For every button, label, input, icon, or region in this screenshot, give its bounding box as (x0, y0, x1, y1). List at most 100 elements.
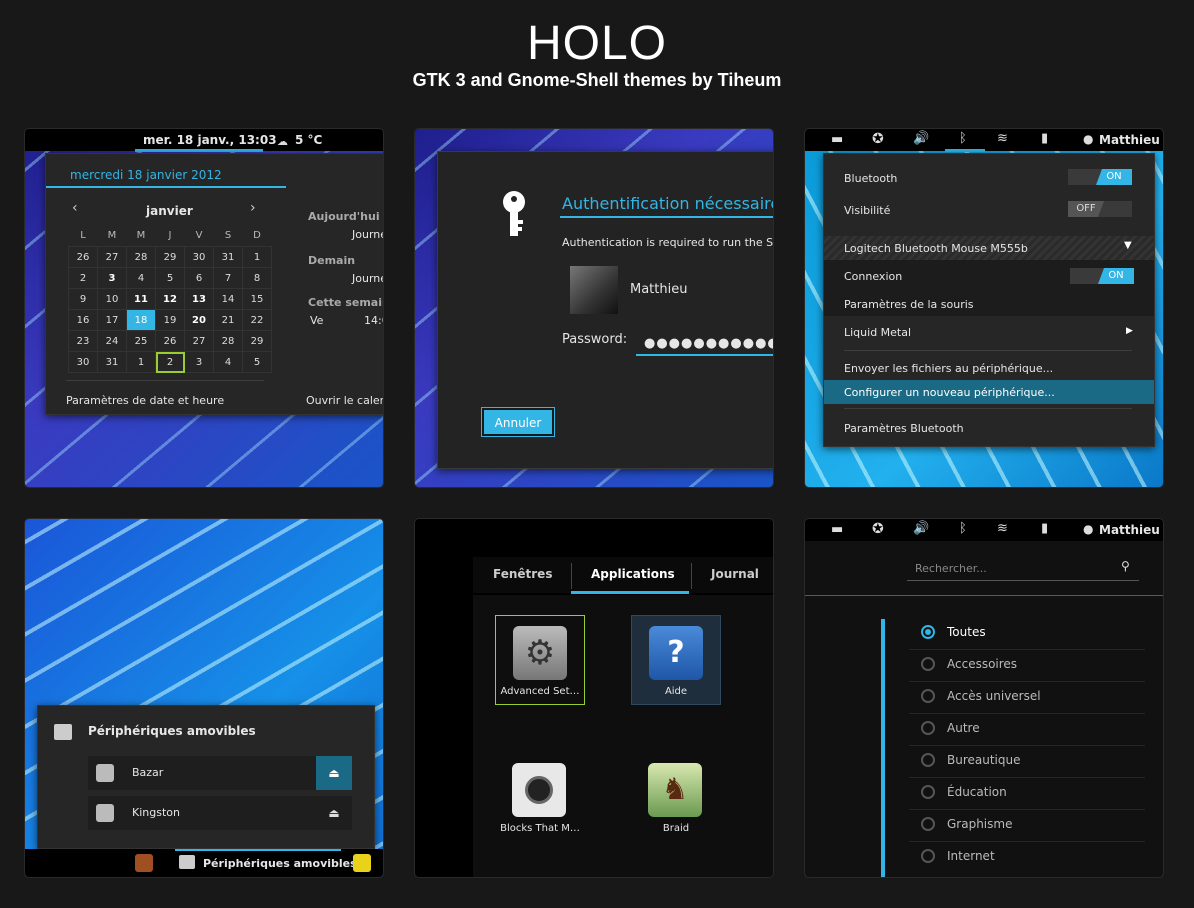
day-cell[interactable]: 5 (242, 351, 272, 373)
radio-button[interactable] (921, 817, 935, 831)
eject-button[interactable]: ⏏ (316, 756, 352, 790)
day-cell[interactable]: 7 (213, 267, 243, 289)
category-item[interactable]: Éducation (947, 785, 1007, 799)
next-month-icon[interactable]: › (250, 200, 256, 216)
battery-icon[interactable]: ▮ (1041, 131, 1048, 146)
app-tile[interactable]: ⚙ Advanced Set… (495, 615, 585, 705)
device-submenu-header[interactable]: Logitech Bluetooth Mouse M555b ▼ (824, 236, 1154, 260)
day-cell[interactable]: 9 (68, 288, 98, 310)
day-cell[interactable]: 26 (155, 330, 185, 352)
visibility-switch[interactable]: OFF (1068, 201, 1132, 217)
day-cell-today[interactable]: 18 (126, 309, 156, 331)
radio-button[interactable] (921, 785, 935, 799)
wifi-icon[interactable]: ≋ (997, 131, 1008, 146)
category-item[interactable]: Autre (947, 721, 980, 735)
day-cell[interactable]: 29 (242, 330, 272, 352)
day-cell[interactable]: 23 (68, 330, 98, 352)
volume-icon[interactable]: 🔊 (913, 521, 929, 536)
eject-button[interactable]: ⏏ (316, 796, 352, 830)
day-cell[interactable]: 28 (213, 330, 243, 352)
password-field[interactable]: ●●●●●●●●●●● (644, 336, 773, 351)
day-cell-selected[interactable]: 2 (155, 351, 185, 373)
day-cell[interactable]: 12 (155, 288, 185, 310)
day-cell[interactable]: 1 (126, 351, 156, 373)
day-cell[interactable]: 24 (97, 330, 127, 352)
day-cell[interactable]: 3 (97, 267, 127, 289)
day-cell[interactable]: 20 (184, 309, 214, 331)
chat-icon[interactable]: ● (1083, 522, 1093, 536)
radio-button[interactable] (921, 753, 935, 767)
category-item[interactable]: Graphisme (947, 817, 1012, 831)
search-input[interactable]: Rechercher... (915, 562, 987, 575)
app-tile[interactable]: ♞ Braid (631, 753, 721, 843)
weather-temperature[interactable]: 5 °C (295, 133, 322, 147)
day-cell[interactable]: 8 (242, 267, 272, 289)
day-cell[interactable]: 16 (68, 309, 98, 331)
device2-item[interactable]: Liquid Metal (844, 326, 911, 339)
category-item[interactable]: Internet (947, 849, 995, 863)
clock[interactable]: mer. 18 janv., 13:03 (143, 133, 277, 147)
configure-item-highlight[interactable]: Configurer un nouveau périphérique... (824, 380, 1154, 404)
day-cell[interactable]: 4 (213, 351, 243, 373)
day-cell[interactable]: 2 (68, 267, 98, 289)
folder-icon[interactable]: ▬ (831, 522, 843, 537)
bluetooth-switch[interactable]: ON (1068, 169, 1132, 185)
bluetooth-icon[interactable]: ᛒ (959, 521, 967, 536)
radio-button[interactable] (921, 625, 935, 639)
day-cell[interactable]: 6 (184, 267, 214, 289)
tray-label[interactable]: Périphériques amovibles (203, 857, 357, 870)
day-cell[interactable]: 14 (213, 288, 243, 310)
day-cell[interactable]: 3 (184, 351, 214, 373)
app-tile[interactable]: Blocks That M… (495, 753, 585, 843)
day-cell[interactable]: 26 (68, 246, 98, 268)
radio-button[interactable] (921, 657, 935, 671)
cancel-button[interactable]: Annuler (482, 408, 554, 436)
bluetooth-icon[interactable]: ᛒ (959, 131, 967, 146)
day-cell[interactable]: 30 (68, 351, 98, 373)
day-cell[interactable]: 27 (97, 246, 127, 268)
date-settings-link[interactable]: Paramètres de date et heure (66, 394, 224, 407)
day-cell[interactable]: 29 (155, 246, 185, 268)
notes-app-icon[interactable] (353, 854, 371, 872)
chat-icon[interactable]: ● (1083, 132, 1093, 146)
tab-journal[interactable]: Journal (711, 567, 759, 581)
speaker-app-icon[interactable] (135, 854, 153, 872)
radio-button[interactable] (921, 849, 935, 863)
category-item[interactable]: Toutes (947, 625, 986, 639)
day-cell[interactable]: 17 (97, 309, 127, 331)
day-cell[interactable]: 27 (184, 330, 214, 352)
connection-switch[interactable]: ON (1070, 268, 1134, 284)
wifi-icon[interactable]: ≋ (997, 521, 1008, 536)
battery-icon[interactable]: ▮ (1041, 521, 1048, 536)
day-cell[interactable]: 5 (155, 267, 185, 289)
user-menu[interactable]: Matthieu (1099, 523, 1160, 537)
bluetooth-settings-item[interactable]: Paramètres Bluetooth (844, 422, 964, 435)
day-cell[interactable]: 22 (242, 309, 272, 331)
search-icon[interactable]: ⚲ (1121, 559, 1130, 573)
accessibility-icon[interactable]: ✪ (872, 521, 884, 537)
send-files-item[interactable]: Envoyer les fichiers au périphérique... (844, 362, 1053, 375)
day-cell[interactable]: 10 (97, 288, 127, 310)
open-calendar-link[interactable]: Ouvrir le calen (306, 394, 383, 407)
mouse-settings-item[interactable]: Paramètres de la souris (844, 298, 974, 311)
radio-button[interactable] (921, 689, 935, 703)
user-menu[interactable]: Matthieu (1099, 133, 1160, 147)
accessibility-icon[interactable]: ✪ (872, 131, 884, 147)
day-cell[interactable]: 21 (213, 309, 243, 331)
day-cell[interactable]: 1 (242, 246, 272, 268)
category-item[interactable]: Accès universel (947, 689, 1041, 703)
day-cell[interactable]: 28 (126, 246, 156, 268)
device-row-kingston[interactable]: Kingston ⏏ (88, 796, 352, 830)
folder-icon[interactable]: ▬ (831, 132, 843, 147)
day-cell[interactable]: 15 (242, 288, 272, 310)
day-cell[interactable]: 31 (213, 246, 243, 268)
day-cell[interactable]: 31 (97, 351, 127, 373)
drive-tray-icon[interactable] (179, 855, 195, 869)
device-row-bazar[interactable]: Bazar ⏏ (88, 756, 352, 790)
radio-button[interactable] (921, 721, 935, 735)
tab-applications[interactable]: Applications (591, 567, 675, 581)
day-cell[interactable]: 25 (126, 330, 156, 352)
category-item[interactable]: Accessoires (947, 657, 1017, 671)
day-cell[interactable]: 13 (184, 288, 214, 310)
prev-month-icon[interactable]: ‹ (72, 200, 78, 216)
